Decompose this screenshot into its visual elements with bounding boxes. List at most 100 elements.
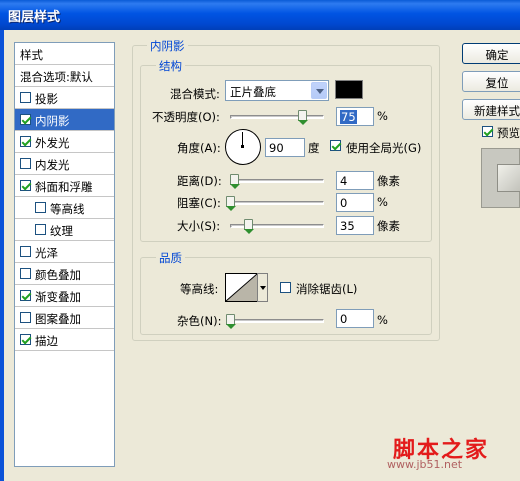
style-item-checkbox[interactable] [20,180,31,191]
blend-mode-value: 正片叠底 [230,85,276,99]
style-item-label: 内阴影 [35,114,70,128]
style-item-checkbox[interactable] [20,158,31,169]
reset-button[interactable]: 复位 [462,71,520,92]
inner-shadow-title: 内阴影 [147,38,188,54]
style-item-label: 斜面和浮雕 [35,180,93,194]
blend-options-item[interactable]: 混合选项:默认 [15,65,114,87]
style-list-header-label: 样式 [20,48,43,62]
style-item-checkbox[interactable] [20,312,31,323]
angle-input[interactable]: 90 [265,138,305,157]
choke-label: 阻塞(C): [177,196,221,210]
angle-unit: 度 [308,141,320,155]
opacity-input[interactable]: 75 [336,107,374,126]
size-input[interactable]: 35 [336,216,374,235]
watermark: 脚本之家 www.jb51.net [380,432,520,478]
choke-slider[interactable] [230,201,324,205]
structure-title: 结构 [156,58,185,74]
style-item-checkbox[interactable] [20,114,31,125]
chevron-down-icon [311,82,327,99]
choke-slider-thumb[interactable] [226,196,236,211]
distance-label: 距离(D): [177,174,222,188]
style-item-label: 颜色叠加 [35,268,81,282]
shadow-color-swatch[interactable] [335,80,363,99]
style-item-checkbox[interactable] [35,202,46,213]
distance-slider-thumb[interactable] [230,174,240,189]
style-preview-swatch [497,164,520,192]
style-item-checkbox[interactable] [20,136,31,147]
style-list-item[interactable]: 斜面和浮雕 [15,175,114,197]
style-list-item[interactable]: 外发光 [15,131,114,153]
distance-unit: 像素 [377,174,400,188]
noise-input[interactable]: 0 [336,309,374,328]
style-item-checkbox[interactable] [20,290,31,301]
contour-label: 等高线: [180,282,219,296]
style-list-item[interactable]: 图案叠加 [15,307,114,329]
style-item-label: 光泽 [35,246,58,260]
style-list-item[interactable]: 等高线 [15,197,114,219]
style-item-checkbox[interactable] [20,246,31,257]
style-item-checkbox[interactable] [35,224,46,235]
title-bar: 图层样式 [0,0,520,30]
noise-value: 0 [340,312,348,326]
style-list-item[interactable]: 颜色叠加 [15,263,114,285]
style-preview [481,148,520,208]
choke-unit: % [377,195,388,209]
noise-slider-thumb[interactable] [226,314,236,329]
noise-unit: % [377,313,388,327]
quality-title: 品质 [156,250,185,266]
ok-button[interactable]: 确定 [462,43,520,64]
style-list-item[interactable]: 渐变叠加 [15,285,114,307]
opacity-unit: % [377,109,388,123]
style-item-label: 等高线 [50,202,85,216]
style-item-label: 纹理 [50,224,73,238]
angle-dial[interactable] [225,129,261,165]
noise-label: 杂色(N): [177,314,222,328]
choke-value: 0 [340,196,348,210]
contour-picker[interactable] [225,273,258,302]
blend-mode-select[interactable]: 正片叠底 [225,80,329,101]
anti-alias-label: 消除锯齿(L) [296,282,358,296]
noise-slider[interactable] [230,319,324,323]
style-list: 样式 混合选项:默认 投影内阴影外发光内发光斜面和浮雕等高线纹理光泽颜色叠加渐变… [14,42,115,467]
style-item-checkbox[interactable] [20,334,31,345]
ok-button-label: 确定 [485,48,509,62]
style-item-label: 图案叠加 [35,312,81,326]
distance-slider[interactable] [230,179,324,183]
style-list-header[interactable]: 样式 [15,43,114,65]
size-unit: 像素 [377,219,400,233]
contour-dropdown-button[interactable] [257,273,268,302]
window-title: 图层样式 [8,10,61,25]
opacity-slider-thumb[interactable] [298,110,308,125]
reset-button-label: 复位 [485,76,509,90]
opacity-slider[interactable] [230,115,324,119]
size-slider-thumb[interactable] [244,219,254,234]
style-list-item[interactable]: 描边 [15,329,114,351]
style-item-checkbox[interactable] [20,92,31,103]
global-light-checkbox[interactable] [330,140,341,151]
size-label: 大小(S): [177,219,221,233]
style-item-label: 渐变叠加 [35,290,81,304]
angle-label: 角度(A): [177,141,221,155]
new-style-button-label: 新建样式 [474,104,520,118]
blend-options-label: 混合选项:默认 [20,70,93,84]
blend-mode-label: 混合模式: [170,87,220,101]
choke-input[interactable]: 0 [336,193,374,212]
style-item-label: 内发光 [35,158,70,172]
style-list-item[interactable]: 光泽 [15,241,114,263]
style-list-item[interactable]: 纹理 [15,219,114,241]
size-value: 35 [340,219,355,233]
style-item-label: 外发光 [35,136,70,150]
contour-curve-icon [226,274,257,301]
anti-alias-checkbox[interactable] [280,282,291,293]
opacity-value: 75 [340,110,357,124]
style-item-label: 投影 [35,92,58,106]
style-item-checkbox[interactable] [20,268,31,279]
new-style-button[interactable]: 新建样式 [462,99,520,120]
distance-input[interactable]: 4 [336,171,374,190]
preview-label: 预览 [497,126,520,140]
style-list-item[interactable]: 内阴影 [15,109,114,131]
global-light-label: 使用全局光(G) [346,141,422,155]
style-list-item[interactable]: 投影 [15,87,114,109]
style-list-item[interactable]: 内发光 [15,153,114,175]
preview-checkbox[interactable] [482,126,493,137]
